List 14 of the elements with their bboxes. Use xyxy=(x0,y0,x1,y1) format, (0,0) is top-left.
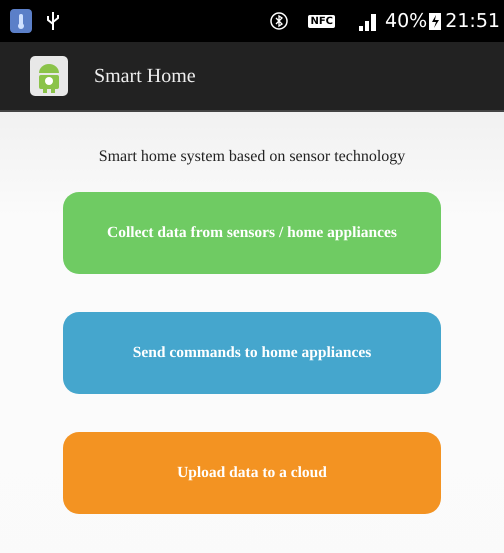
action-button[interactable]: Collect data from sensors / home appliances xyxy=(63,192,441,274)
bluetooth-icon xyxy=(270,11,288,31)
usb-icon xyxy=(46,10,60,32)
subtitle: Smart home system based on sensor technology xyxy=(98,148,406,166)
battery-charging-icon xyxy=(428,11,442,31)
action-button[interactable]: Send commands to home appliances xyxy=(63,312,441,394)
clock-time: 21:51 xyxy=(445,10,500,32)
app-title: Smart Home xyxy=(94,64,196,88)
signal-icon xyxy=(359,11,379,31)
action-button[interactable]: Upload data to a cloud xyxy=(63,432,441,514)
battery-percentage: 40% xyxy=(385,10,428,32)
app-icon xyxy=(30,56,68,96)
nfc-icon: NFC xyxy=(308,14,335,28)
thermometer-icon xyxy=(10,9,32,33)
